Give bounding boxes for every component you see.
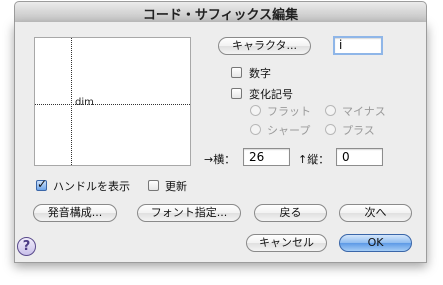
horizontal-offset-field[interactable]: 26 xyxy=(243,148,290,166)
font-button[interactable]: フォント指定... xyxy=(137,204,241,222)
back-button[interactable]: 戻る xyxy=(254,204,327,222)
title-bar[interactable]: コード・サフィックス編集 xyxy=(14,1,427,23)
next-button[interactable]: 次へ xyxy=(339,204,412,222)
sharp-label: シャープ xyxy=(267,124,311,137)
accidental-checkbox[interactable] xyxy=(231,88,242,99)
plus-radio[interactable] xyxy=(325,124,336,135)
show-handles-label: ハンドルを表示 xyxy=(53,180,130,193)
flat-label: フラット xyxy=(267,105,311,118)
playback-button[interactable]: 発音構成... xyxy=(33,204,117,222)
vertical-offset-label: ↑縦： xyxy=(298,153,330,166)
plus-label: プラス xyxy=(342,124,375,137)
sharp-radio[interactable] xyxy=(250,124,261,135)
number-label: 数字 xyxy=(249,67,271,80)
update-checkbox[interactable] xyxy=(148,180,159,191)
accidental-label: 変化記号 xyxy=(249,88,293,101)
suffix-preview-text[interactable]: dim xyxy=(75,97,94,108)
ok-button[interactable]: OK xyxy=(339,234,412,252)
window-title: コード・サフィックス編集 xyxy=(142,8,299,23)
update-label: 更新 xyxy=(165,180,187,193)
vertical-guide-line[interactable] xyxy=(71,38,72,165)
vertical-offset-field[interactable]: 0 xyxy=(336,148,383,166)
minus-label: マイナス xyxy=(342,105,386,118)
cancel-button[interactable]: キャンセル xyxy=(246,234,327,252)
checkmark-icon: ✓ xyxy=(37,177,48,191)
help-icon[interactable]: ? xyxy=(17,237,36,256)
horizontal-guide-line[interactable] xyxy=(35,104,190,105)
character-button[interactable]: キャラクタ... xyxy=(218,37,311,55)
number-checkbox[interactable] xyxy=(231,67,242,78)
suffix-preview-canvas[interactable]: dim xyxy=(34,37,191,166)
show-handles-checkbox[interactable]: ✓ xyxy=(36,177,48,191)
minus-radio[interactable] xyxy=(325,105,336,116)
dialog-window: コード・サフィックス編集 dim キャラクタ... i 数字 変化記号 フラット… xyxy=(0,0,443,285)
character-field[interactable]: i xyxy=(333,36,383,55)
flat-radio[interactable] xyxy=(250,105,261,116)
horizontal-offset-label: →横： xyxy=(204,153,236,166)
